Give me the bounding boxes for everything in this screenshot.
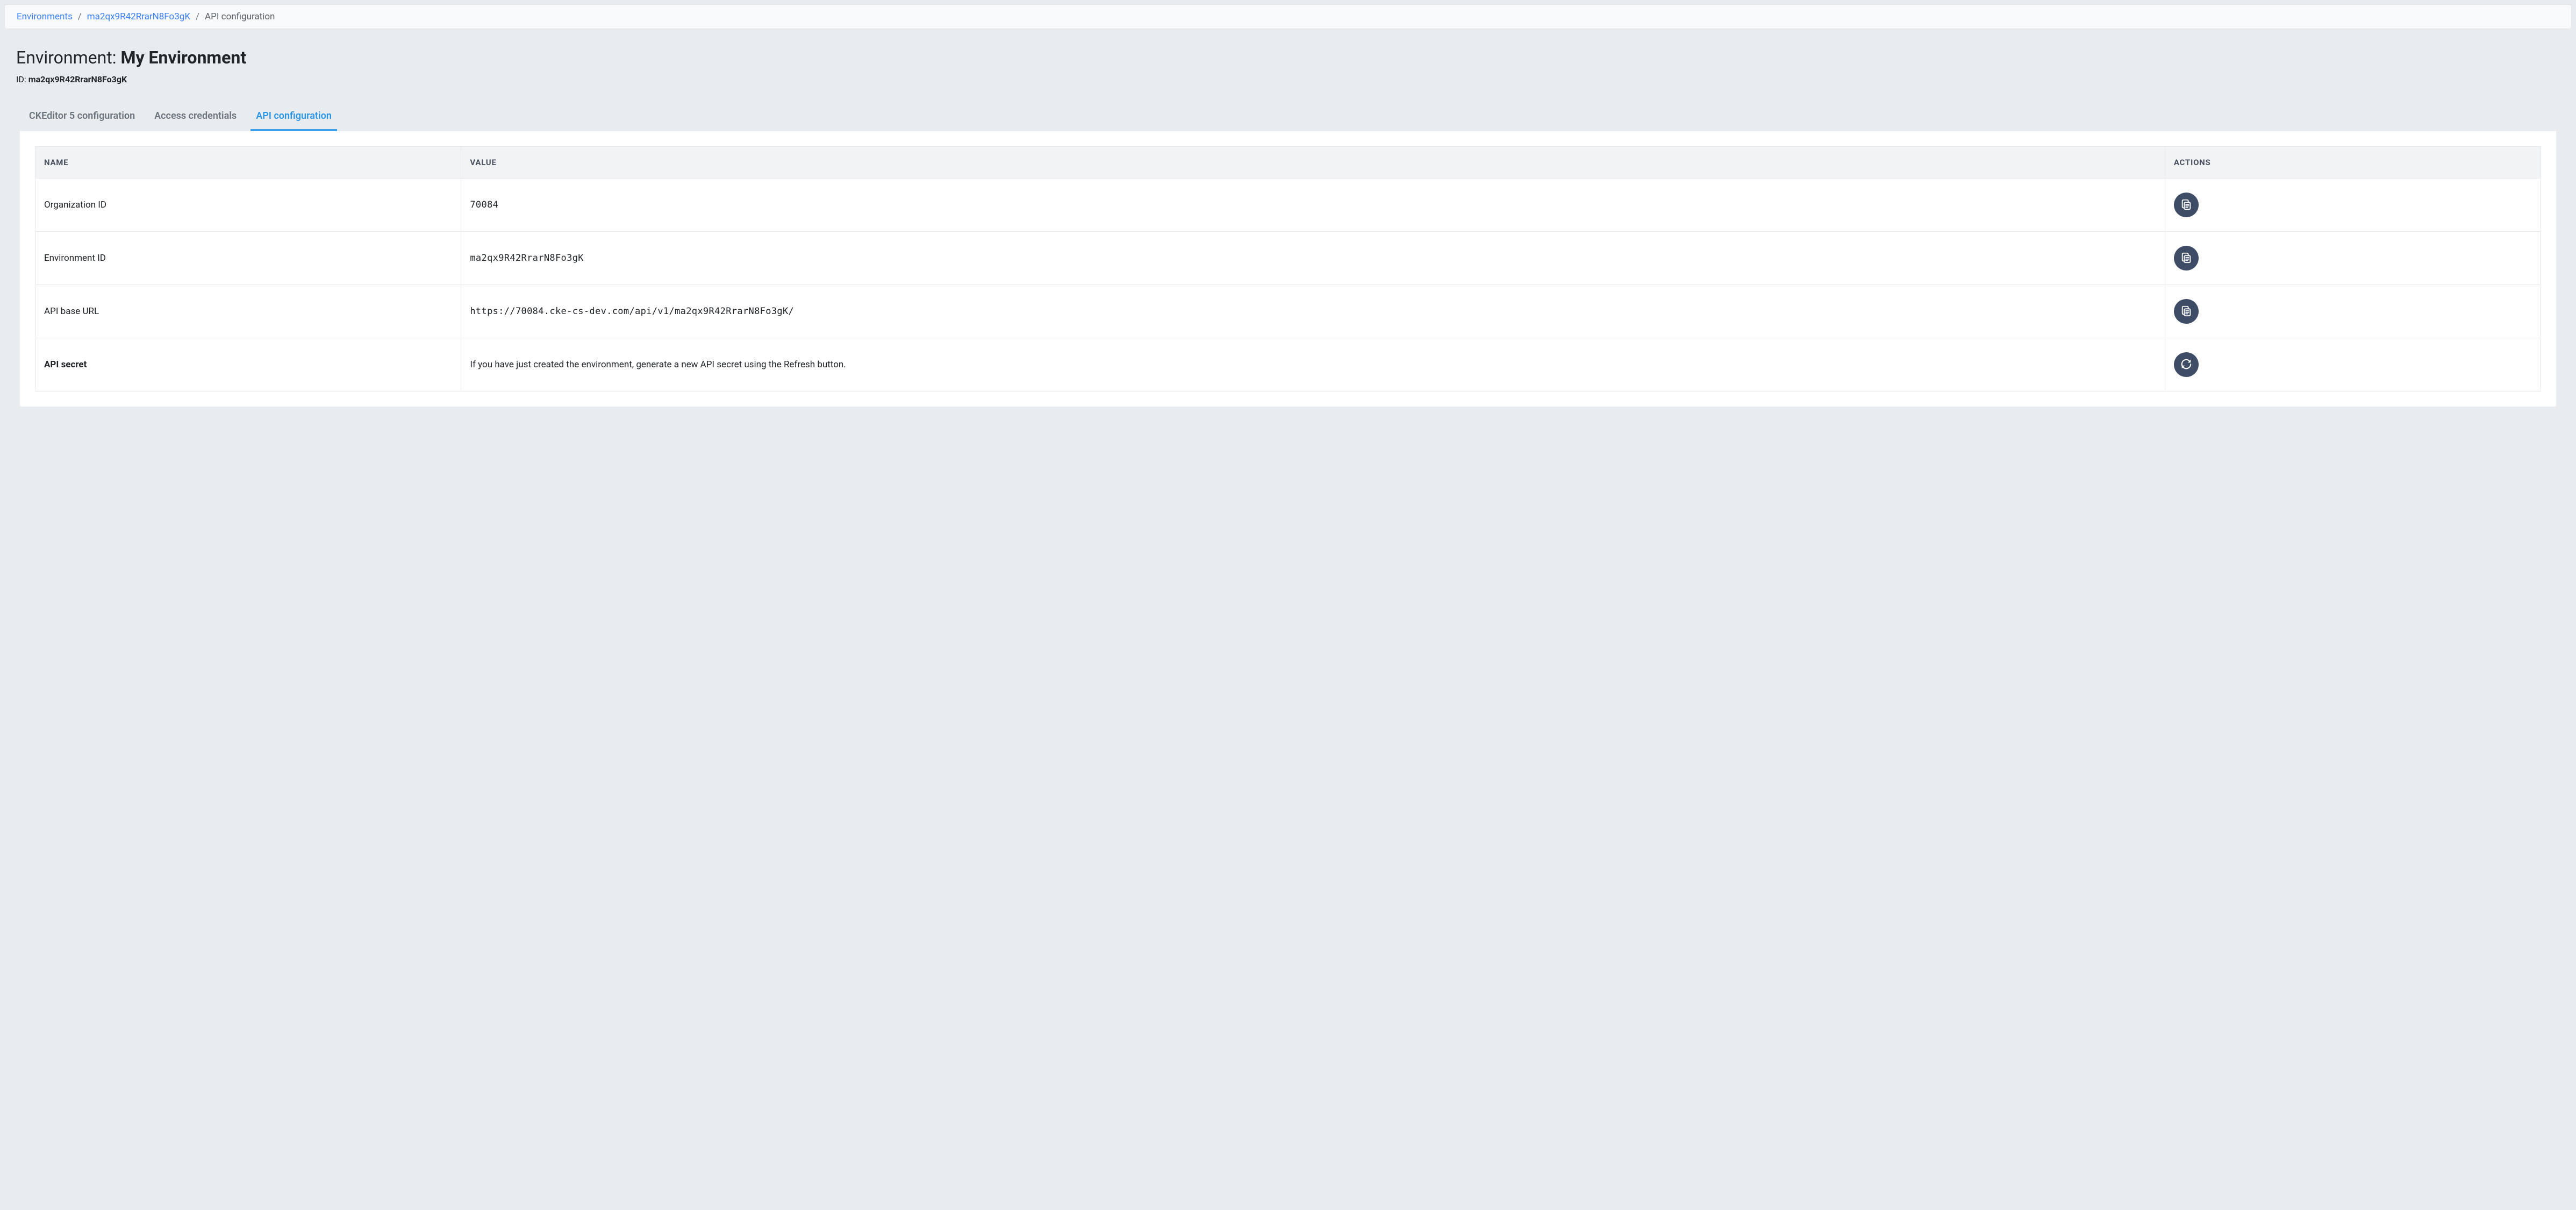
table-row: API base URL https://70084.cke-cs-dev.co… bbox=[35, 285, 2541, 338]
cell-name-env-id: Environment ID bbox=[35, 232, 461, 285]
copy-button-api-url[interactable] bbox=[2174, 299, 2199, 324]
cell-name-api-url: API base URL bbox=[35, 285, 461, 338]
cell-value-org-id: 70084 bbox=[461, 179, 2165, 232]
breadcrumb-link-env-id[interactable]: ma2qx9R42RrarN8Fo3gK bbox=[87, 11, 190, 22]
page-root: Environments / ma2qx9R42RrarN8Fo3gK / AP… bbox=[0, 0, 2576, 423]
table-row: API secret If you have just created the … bbox=[35, 338, 2541, 392]
copy-icon bbox=[2180, 198, 2192, 212]
table-header-row: NAME VALUE ACTIONS bbox=[35, 147, 2541, 179]
breadcrumb-link-environments[interactable]: Environments bbox=[17, 11, 73, 22]
tab-api-configuration[interactable]: API configuration bbox=[251, 105, 337, 131]
tab-ckeditor5-config[interactable]: CKEditor 5 configuration bbox=[24, 105, 140, 131]
page-title-name: My Environment bbox=[120, 47, 246, 68]
copy-icon bbox=[2180, 252, 2192, 265]
cell-value-api-secret: If you have just created the environment… bbox=[461, 338, 2165, 392]
copy-icon bbox=[2180, 305, 2192, 318]
table-row: Environment ID ma2qx9R42RrarN8Fo3gK bbox=[35, 232, 2541, 285]
tabs: CKEditor 5 configuration Access credenti… bbox=[4, 90, 2572, 131]
breadcrumb-separator: / bbox=[78, 11, 82, 22]
th-name: NAME bbox=[35, 147, 461, 179]
cell-name-org-id: Organization ID bbox=[35, 179, 461, 232]
copy-button-org-id[interactable] bbox=[2174, 193, 2199, 217]
page-title-prefix: Environment: bbox=[16, 47, 120, 68]
page-id-value: ma2qx9R42RrarN8Fo3gK bbox=[28, 74, 127, 84]
refresh-button-api-secret[interactable] bbox=[2174, 352, 2199, 377]
th-value: VALUE bbox=[461, 147, 2165, 179]
config-table: NAME VALUE ACTIONS Organization ID 70084 bbox=[35, 146, 2541, 392]
copy-button-env-id[interactable] bbox=[2174, 246, 2199, 271]
th-actions: ACTIONS bbox=[2165, 147, 2541, 179]
refresh-icon bbox=[2180, 358, 2192, 372]
table-row: Organization ID 70084 bbox=[35, 179, 2541, 232]
breadcrumb-separator: / bbox=[196, 11, 199, 22]
title-block: Environment: My Environment ID: ma2qx9R4… bbox=[4, 29, 2572, 90]
panel: NAME VALUE ACTIONS Organization ID 70084 bbox=[19, 131, 2557, 407]
cell-value-api-url: https://70084.cke-cs-dev.com/api/v1/ma2q… bbox=[461, 285, 2165, 338]
tab-access-credentials[interactable]: Access credentials bbox=[149, 105, 242, 131]
page-id-line: ID: ma2qx9R42RrarN8Fo3gK bbox=[16, 74, 2560, 84]
page-title: Environment: My Environment bbox=[16, 47, 2560, 68]
breadcrumb-current: API configuration bbox=[205, 11, 275, 22]
page-id-label: ID: bbox=[16, 74, 28, 84]
cell-name-api-secret: API secret bbox=[35, 338, 461, 392]
breadcrumb: Environments / ma2qx9R42RrarN8Fo3gK / AP… bbox=[4, 4, 2572, 29]
cell-value-env-id: ma2qx9R42RrarN8Fo3gK bbox=[461, 232, 2165, 285]
